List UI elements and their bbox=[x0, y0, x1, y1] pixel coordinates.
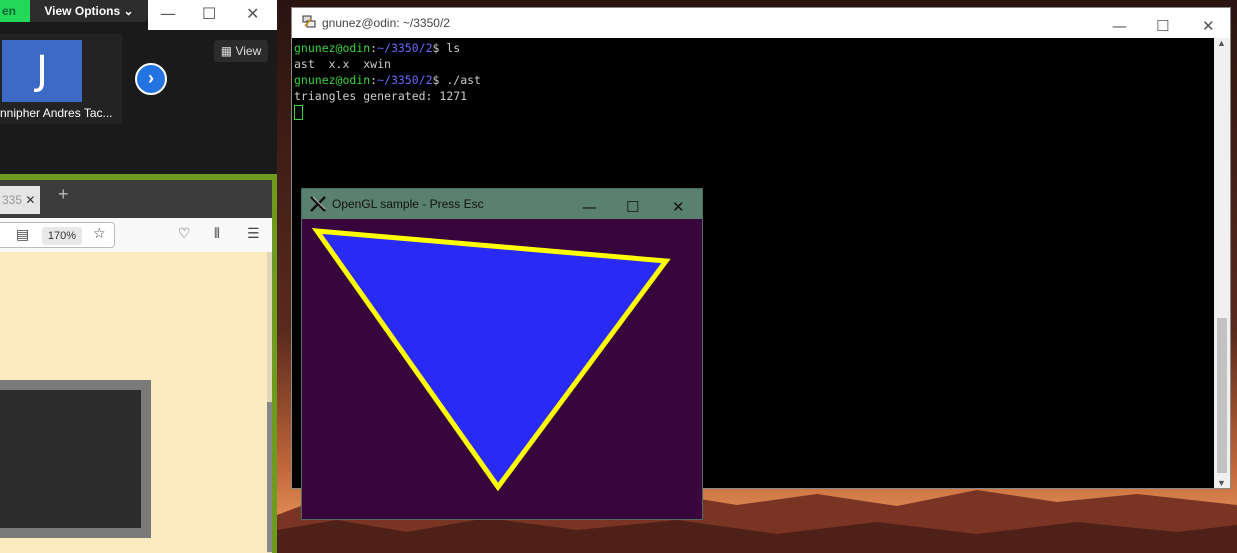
maximize-icon[interactable]: ☐ bbox=[1156, 11, 1169, 41]
participant-video-tile[interactable]: J nnipher Andres Tac... bbox=[0, 34, 122, 124]
zoom-level-indicator[interactable]: 170% bbox=[42, 227, 82, 245]
output-text: triangles generated: 1271 bbox=[294, 89, 468, 103]
close-icon[interactable]: ✕ bbox=[672, 192, 685, 222]
url-bar[interactable]: ▤ 170% ☆ bbox=[0, 222, 115, 248]
scroll-down-icon[interactable]: ▼ bbox=[1217, 478, 1226, 488]
terminal-title: gnunez@odin: ~/3350/2 bbox=[322, 16, 450, 30]
tab-label: 335 bbox=[2, 193, 23, 207]
view-options-button[interactable]: View Options ⌄ bbox=[30, 0, 148, 22]
scrollbar-thumb[interactable] bbox=[1217, 318, 1227, 473]
scrollbar-thumb[interactable] bbox=[267, 402, 272, 552]
prompt-path: ~/3350/2 bbox=[377, 73, 433, 87]
prompt-user: gnunez@odin bbox=[294, 41, 371, 55]
terminal-line: ast x.x xwin bbox=[294, 56, 481, 72]
terminal-line: triangles generated: 1271 bbox=[294, 88, 481, 104]
next-page-button[interactable]: › bbox=[135, 63, 167, 95]
terminal-output[interactable]: gnunez@odin:~/3350/2$ ls ast x.x xwin gnun… bbox=[294, 40, 481, 120]
menu-icon[interactable]: ☰ bbox=[247, 226, 260, 242]
bookmark-star-icon[interactable]: ☆ bbox=[93, 226, 106, 242]
minimize-icon[interactable]: — bbox=[160, 4, 176, 23]
avatar: J bbox=[2, 40, 82, 102]
triangle-shape bbox=[311, 228, 671, 492]
pocket-icon[interactable]: ♡ bbox=[178, 226, 191, 242]
command-text: ls bbox=[446, 41, 461, 55]
view-button[interactable]: ▦ View bbox=[214, 40, 268, 62]
slide-inner bbox=[0, 390, 141, 528]
view-button-label: View bbox=[235, 44, 262, 58]
triangle-render bbox=[311, 228, 671, 492]
grid-icon: ▦ bbox=[220, 44, 233, 58]
terminal-line bbox=[294, 104, 481, 120]
terminal-title-bar[interactable]: gnunez@odin: ~/3350/2 — ☐ ✕ bbox=[292, 8, 1230, 38]
output-text: ast x.x xwin bbox=[294, 57, 391, 71]
window-controls: — ☐ ✕ bbox=[148, 0, 277, 30]
library-icon[interactable]: ⫴ bbox=[214, 226, 220, 242]
terminal-line: gnunez@odin:~/3350/2$ ./ast bbox=[294, 73, 481, 87]
close-icon[interactable]: ✕ bbox=[246, 4, 259, 23]
browser-tab[interactable]: 335 ✕ bbox=[0, 186, 40, 214]
putty-icon bbox=[302, 15, 316, 28]
minimize-icon[interactable]: — bbox=[582, 192, 597, 222]
scroll-up-icon[interactable]: ▲ bbox=[1217, 38, 1226, 48]
terminal-line: gnunez@odin:~/3350/2$ ls bbox=[294, 41, 461, 55]
prompt-path: ~/3350/2 bbox=[377, 41, 433, 55]
slide-image bbox=[0, 380, 151, 538]
opengl-title-bar[interactable]: OpenGL sample - Press Esc — ☐ ✕ bbox=[302, 189, 702, 219]
browser-scrollbar[interactable] bbox=[267, 252, 272, 553]
prompt-user: gnunez@odin bbox=[294, 73, 371, 87]
browser-tab-bar: 335 ✕ + bbox=[0, 180, 272, 218]
close-tab-icon[interactable]: ✕ bbox=[25, 193, 35, 207]
opengl-window: OpenGL sample - Press Esc — ☐ ✕ bbox=[301, 188, 703, 520]
zoom-meeting-panel: en View Options ⌄ — ☐ ✕ J nnipher Andres… bbox=[0, 0, 277, 178]
browser-toolbar: ▤ 170% ☆ ♡ ⫴ ☰ bbox=[0, 218, 272, 253]
close-icon[interactable]: ✕ bbox=[1202, 11, 1215, 41]
browser-page-content bbox=[0, 252, 272, 553]
new-tab-icon[interactable]: + bbox=[58, 184, 69, 205]
maximize-icon[interactable]: ☐ bbox=[202, 4, 216, 23]
opengl-canvas[interactable] bbox=[302, 219, 702, 519]
chevron-down-icon: ⌄ bbox=[123, 4, 134, 18]
opengl-title: OpenGL sample - Press Esc bbox=[332, 197, 484, 211]
view-options-label: View Options bbox=[44, 4, 121, 18]
browser-window: 335 ✕ + ▤ 170% ☆ ♡ ⫴ ☰ bbox=[0, 174, 277, 553]
reader-view-icon[interactable]: ▤ bbox=[16, 227, 29, 243]
terminal-scrollbar[interactable]: ▲ ▼ bbox=[1214, 38, 1230, 488]
x-window-icon bbox=[310, 196, 326, 212]
minimize-icon[interactable]: — bbox=[1112, 11, 1127, 41]
command-text: ./ast bbox=[446, 73, 481, 87]
maximize-icon[interactable]: ☐ bbox=[626, 192, 639, 222]
zoom-status-label[interactable]: en bbox=[0, 0, 30, 22]
terminal-cursor bbox=[294, 105, 303, 120]
participant-name: nnipher Andres Tac... bbox=[0, 106, 113, 120]
chevron-right-icon: › bbox=[148, 68, 154, 88]
